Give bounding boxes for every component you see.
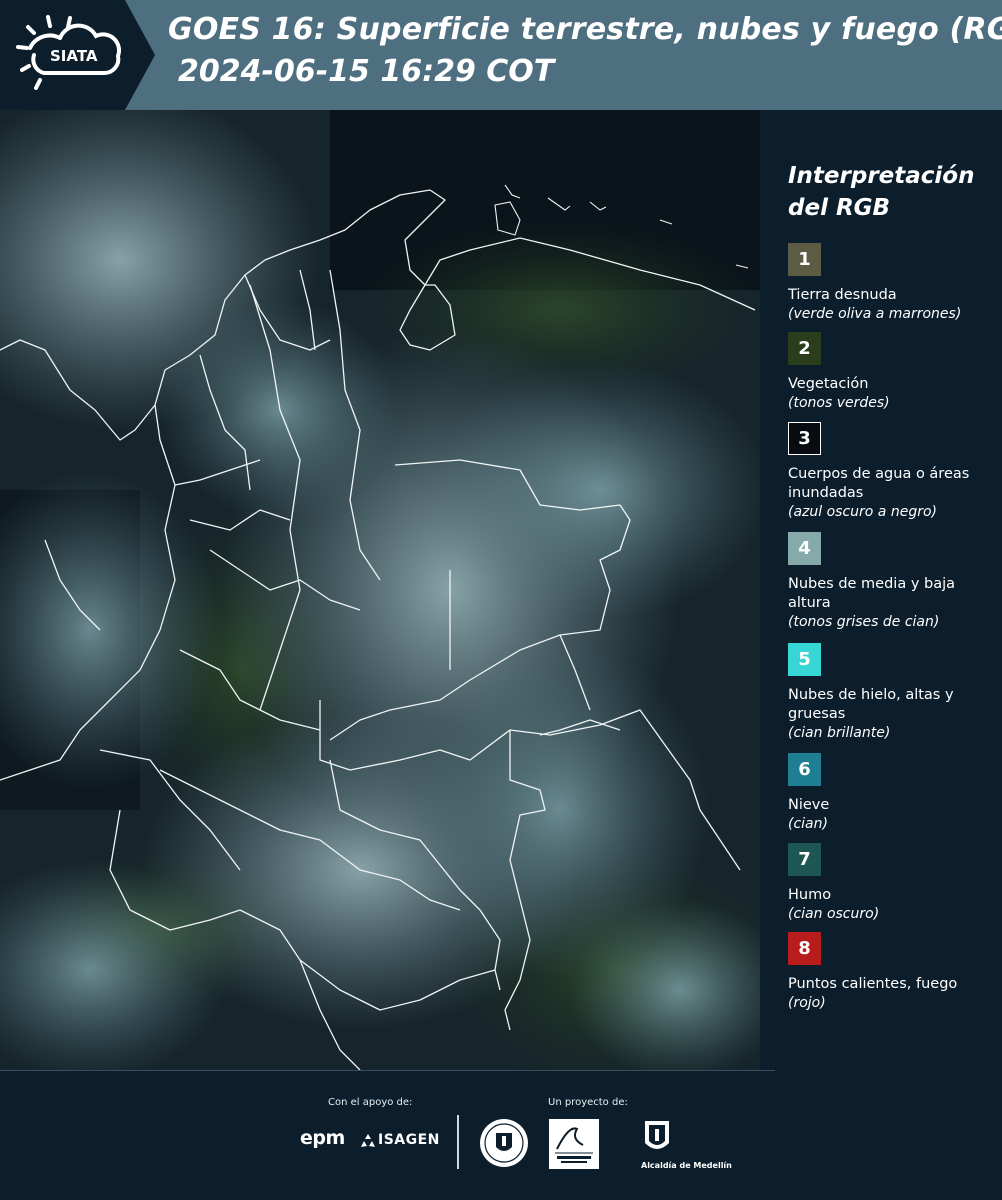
- footer-divider: [457, 1115, 459, 1169]
- legend-number: 4: [798, 538, 811, 559]
- legend-item-8: 8 Puntos calientes, fuego (rojo): [788, 932, 993, 1013]
- alcaldia-shield-icon: [643, 1119, 671, 1161]
- legend-label: Tierra desnuda: [788, 287, 897, 303]
- legend-sublabel: (tonos grises de cian): [788, 614, 940, 630]
- legend-label: Nubes de media y baja altura: [788, 576, 956, 611]
- legend-number: 6: [798, 759, 811, 780]
- legend-swatch-7: 7: [788, 843, 821, 876]
- legend-number: 2: [798, 338, 811, 359]
- legend-sublabel: (cian): [788, 816, 828, 832]
- legend-swatch-1: 1: [788, 243, 821, 276]
- legend-swatch-4: 4: [788, 532, 821, 565]
- legend-item-1: 1 Tierra desnuda (verde oliva a marrones…: [788, 243, 993, 324]
- page-title: GOES 16: Superficie terrestre, nubes y f…: [168, 12, 1002, 47]
- project-label: Un proyecto de:: [548, 1097, 628, 1108]
- legend-label: Vegetación: [788, 376, 869, 392]
- legend-swatch-2: 2: [788, 332, 821, 365]
- legend-number: 1: [798, 249, 811, 270]
- legend-item-4: 4 Nubes de media y baja altura (tonos gr…: [788, 532, 993, 632]
- legend-sublabel: (tonos verdes): [788, 395, 890, 411]
- header-bar: SIATA GOES 16: Superficie terrestre, nub…: [0, 0, 1002, 110]
- satellite-map: [0, 110, 760, 1070]
- area-metropolitana-logo: [549, 1119, 599, 1169]
- legend-item-6: 6 Nieve (cian): [788, 753, 993, 834]
- legend-sublabel: (cian oscuro): [788, 906, 880, 922]
- legend-item-5: 5 Nubes de hielo, altas y gruesas (cian …: [788, 643, 993, 743]
- legend-sublabel: (azul oscuro a negro): [788, 504, 937, 520]
- legend-number: 8: [798, 938, 811, 959]
- legend-item-3: 3 Cuerpos de agua o áreas inundadas (azu…: [788, 422, 993, 522]
- legend-sublabel: (rojo): [788, 995, 826, 1011]
- legend-number: 5: [798, 649, 811, 670]
- legend-label: Humo: [788, 887, 832, 903]
- legend-swatch-3: 3: [788, 422, 821, 455]
- legend-panel: Interpretación del RGB 1 Tierra desnuda …: [760, 110, 1002, 1070]
- legend-sublabel: (verde oliva a marrones): [788, 306, 962, 322]
- page-timestamp: 2024-06-15 16:29 COT: [178, 54, 555, 89]
- legend-label: Nieve: [788, 797, 830, 813]
- legend-swatch-5: 5: [788, 643, 821, 676]
- legend-label: Cuerpos de agua o áreas inundadas: [788, 466, 970, 501]
- legend-swatch-8: 8: [788, 932, 821, 965]
- legend-item-2: 2 Vegetación (tonos verdes): [788, 332, 993, 413]
- legend-label: Puntos calientes, fuego: [788, 976, 958, 992]
- siata-logo: SIATA: [0, 0, 155, 110]
- legend-number: 7: [798, 849, 811, 870]
- legend-sublabel: (cian brillante): [788, 725, 891, 741]
- legend-number: 3: [798, 428, 811, 449]
- isagen-icon: [360, 1133, 376, 1153]
- legend-swatch-6: 6: [788, 753, 821, 786]
- legend-title: Interpretación del RGB: [788, 163, 975, 221]
- legend-item-7: 7 Humo (cian oscuro): [788, 843, 993, 924]
- isagen-logo: ISAGEN: [378, 1132, 440, 1148]
- legend-label: Nubes de hielo, altas y gruesas: [788, 687, 954, 722]
- logo-text: SIATA: [50, 47, 98, 65]
- alcaldia-logo: Alcaldía de Medellín: [641, 1161, 732, 1170]
- antioquia-seal-icon: [478, 1117, 530, 1173]
- epm-logo: epm: [300, 1127, 345, 1149]
- support-label: Con el apoyo de:: [328, 1097, 413, 1108]
